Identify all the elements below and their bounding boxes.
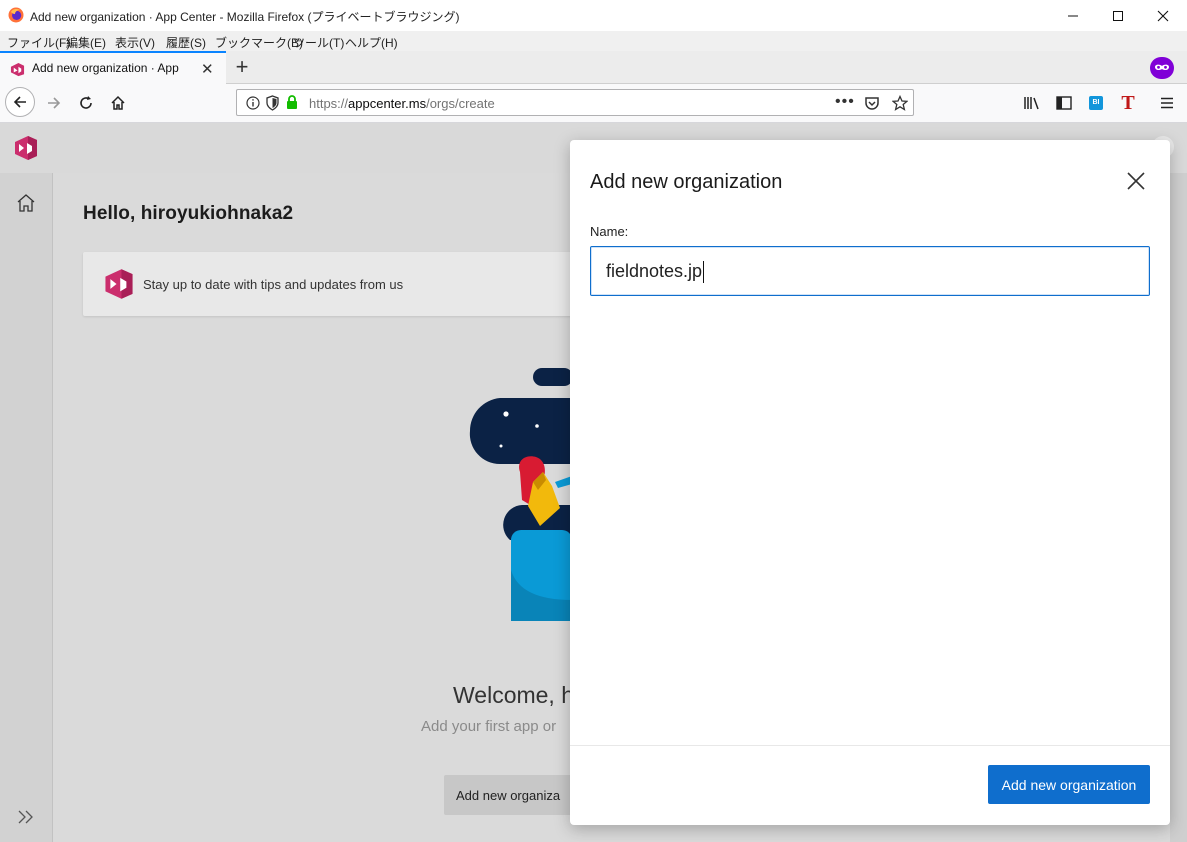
extension-bi-button[interactable]: BI [1086,93,1106,113]
bi-extension-icon: BI [1089,96,1103,110]
library-button[interactable] [1022,93,1042,113]
add-new-organization-button[interactable]: Add new organization [988,765,1150,804]
window-title: Add new organization · App Center - Mozi… [30,10,460,24]
firefox-logo-icon [8,7,24,23]
menu-bookmarks[interactable]: ブックマーク(B) [215,34,303,51]
home-button[interactable] [108,93,128,113]
forward-button[interactable] [44,93,64,113]
maximize-button[interactable] [1095,0,1141,31]
hamburger-menu-icon [1161,97,1173,109]
reload-button[interactable] [76,93,96,113]
close-icon [1157,10,1169,21]
t-extension-icon: T [1121,92,1135,114]
organization-name-value: fieldnotes.jp [606,261,703,281]
menu-file[interactable]: ファイル(F) [7,34,70,51]
tab-active[interactable]: Add new organization · App Center ✕ [0,51,226,84]
menu-bar: ファイル(F) 編集(E) 表示(V) 履歴(S) ブックマーク(B) ツール(… [0,31,1187,51]
bookmark-star-icon[interactable] [892,95,908,111]
welcome-subtext: Add your first app or [421,718,557,735]
dialog-title: Add new organization [590,171,783,193]
address-bar[interactable]: https://appcenter.ms/orgs/create ••• [236,89,914,116]
page-gutter [1170,173,1187,842]
library-icon [1024,97,1039,110]
reload-icon [80,96,92,109]
pocket-icon[interactable] [864,95,880,111]
menu-edit[interactable]: 編集(E) [66,34,106,51]
minimize-button[interactable] [1050,0,1096,31]
name-label: Name: [590,224,629,239]
navigation-toolbar: https://appcenter.ms/orgs/create ••• BI … [0,84,1187,123]
add-organization-dialog: Add new organization Name: fieldnotes.jp… [570,140,1170,825]
menu-tools[interactable]: ツール(T) [293,34,344,51]
organization-name-input[interactable]: fieldnotes.jp [590,246,1150,296]
left-sidebar [0,173,53,842]
home-icon [111,95,125,110]
app-center-logo-icon [105,269,133,299]
private-browsing-icon [1150,57,1174,79]
close-window-button[interactable] [1140,0,1186,31]
minimize-icon [1068,15,1078,16]
menu-view[interactable]: 表示(V) [115,34,155,51]
extension-t-button[interactable]: T [1118,93,1138,113]
back-button[interactable] [5,87,35,117]
welcome-illustration [469,368,572,621]
page-actions-icon[interactable]: ••• [835,93,855,111]
arrow-left-icon [13,96,26,108]
tab-strip: Add new organization · App Center ✕ + [0,51,1187,84]
sidebar-icon [1056,96,1072,110]
menu-history[interactable]: 履歴(S) [166,34,206,51]
tab-label: Add new organization · App Center [32,61,182,75]
maximize-icon [1113,10,1123,21]
app-center-favicon-icon [10,62,25,77]
home-icon[interactable] [16,193,36,213]
close-icon[interactable] [1125,170,1147,192]
welcome-heading: Welcome, h [453,682,575,708]
tab-close-icon[interactable]: ✕ [201,60,214,78]
text-caret [703,261,705,284]
lock-icon[interactable] [286,95,298,110]
sidebar-toggle-button[interactable] [1054,93,1074,113]
tips-text: Stay up to date with tips and updates fr… [143,277,404,292]
url-text: https://appcenter.ms/orgs/create [309,96,495,111]
greeting-heading: Hello, hiroyukiohnaka2 [83,203,294,224]
open-menu-button[interactable] [1157,93,1177,113]
app-center-logo-icon[interactable] [14,135,38,161]
expand-sidebar-icon[interactable] [17,809,35,825]
new-tab-icon[interactable]: + [232,54,252,80]
dialog-footer-divider [570,745,1170,746]
arrow-right-icon [48,97,61,109]
window-title-bar: Add new organization · App Center - Mozi… [0,0,1187,31]
tips-card[interactable]: Stay up to date with tips and updates fr… [83,252,603,316]
add-organization-button-label: Add new organiza [456,788,561,803]
tracking-protection-shield-icon[interactable] [266,95,279,111]
info-icon[interactable] [246,96,260,110]
menu-help[interactable]: ヘルプ(H) [345,34,398,51]
